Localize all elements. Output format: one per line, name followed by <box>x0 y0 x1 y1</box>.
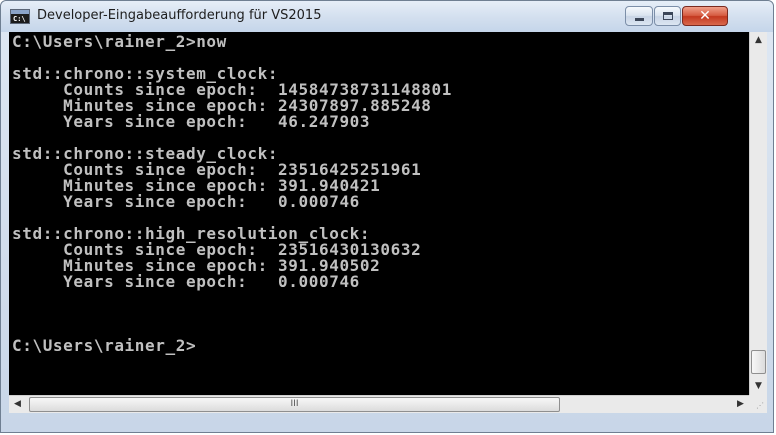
size-grip[interactable]: ⋰ <box>749 395 767 413</box>
close-icon: ✕ <box>699 8 711 24</box>
console-window: C:\ Developer-Eingabeaufforderung für VS… <box>0 0 774 433</box>
console-line: C:\Users\rainer_2> <box>12 336 197 355</box>
cmd-icon-bar <box>11 10 29 14</box>
horizontal-scroll-thumb[interactable]: III <box>29 397 560 412</box>
console-line: Years since epoch: 0.000746 <box>12 272 360 291</box>
vertical-scrollbar[interactable]: ▲ ▼ <box>749 32 767 395</box>
console-line: Years since epoch: 46.247903 <box>12 112 371 131</box>
cmd-icon[interactable]: C:\ <box>10 9 30 24</box>
console-text: C:\Users\rainer_2>now std::chrono::system… <box>9 32 749 354</box>
horizontal-scrollbar[interactable]: ◀ III ▶ <box>9 395 749 413</box>
scroll-down-icon[interactable]: ▼ <box>750 378 767 395</box>
maximize-icon <box>663 12 673 20</box>
scroll-left-icon[interactable]: ◀ <box>9 396 26 413</box>
maximize-button[interactable] <box>654 6 681 26</box>
console-line: Years since epoch: 0.000746 <box>12 192 360 211</box>
title-bar[interactable]: C:\ Developer-Eingabeaufforderung für VS… <box>1 1 773 32</box>
scroll-right-icon[interactable]: ▶ <box>732 396 749 413</box>
vertical-scroll-thumb[interactable] <box>751 350 766 374</box>
window-title: Developer-Eingabeaufforderung für VS2015 <box>37 8 322 23</box>
close-button[interactable]: ✕ <box>682 6 728 26</box>
size-grip-icon: ⋰ <box>756 401 764 410</box>
console-output[interactable]: C:\Users\rainer_2>now std::chrono::system… <box>9 32 749 395</box>
cmd-icon-text: C:\ <box>13 15 26 23</box>
console-line: C:\Users\rainer_2>now <box>12 32 227 51</box>
scroll-up-icon[interactable]: ▲ <box>750 32 767 49</box>
minimize-icon <box>635 18 644 21</box>
minimize-button[interactable] <box>625 6 653 26</box>
